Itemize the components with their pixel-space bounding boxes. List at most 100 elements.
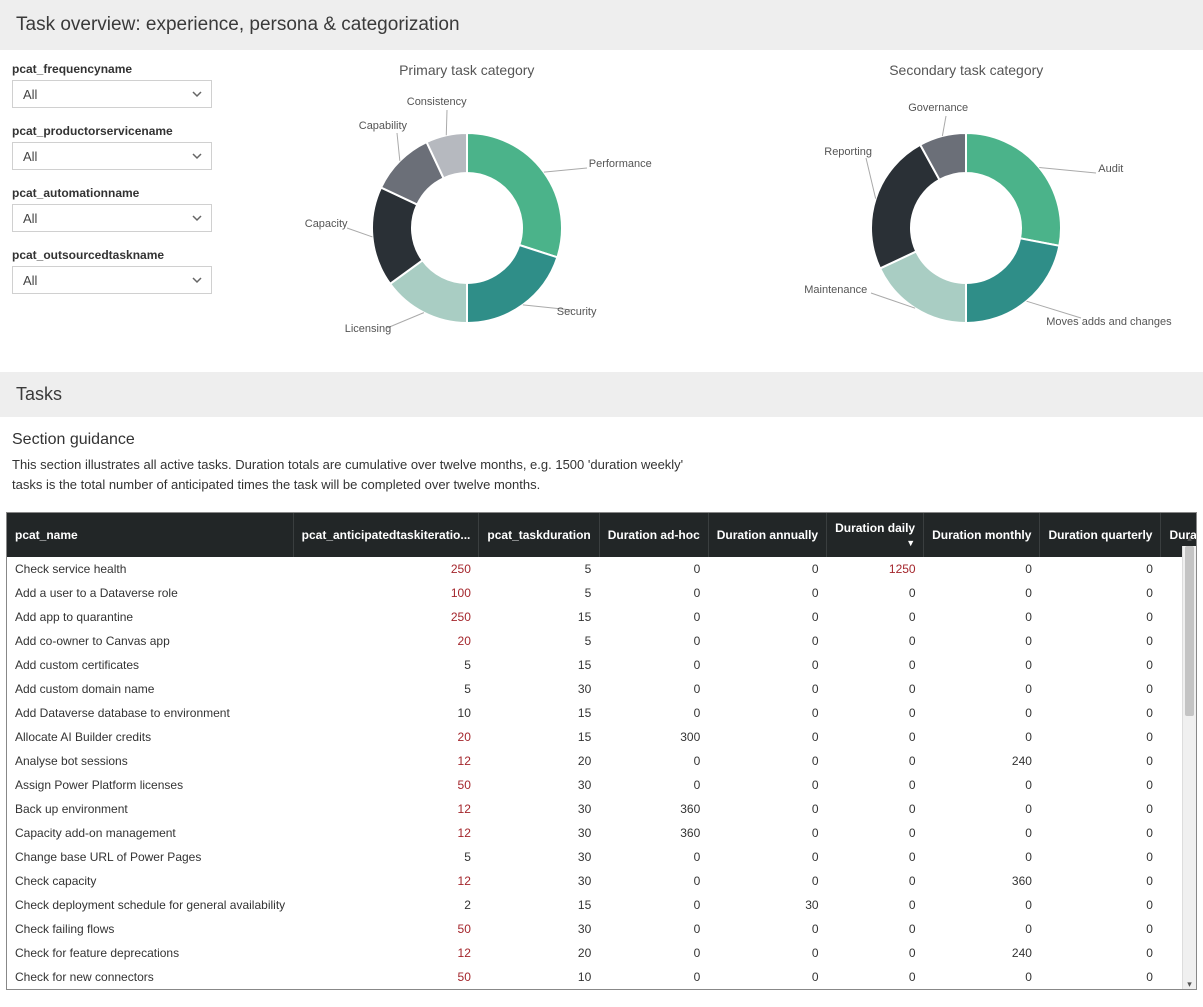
- filter-select[interactable]: All: [12, 142, 212, 170]
- table-cell: 2: [293, 893, 479, 917]
- table-cell: 0: [708, 725, 826, 749]
- table-cell: 0: [827, 581, 924, 605]
- table-cell: 0: [827, 605, 924, 629]
- donut-label: Consistency: [407, 96, 467, 108]
- table-cell: 5: [293, 653, 479, 677]
- vertical-scrollbar[interactable]: ▴ ▾: [1182, 546, 1196, 989]
- table-cell: 0: [708, 653, 826, 677]
- table-cell: 15: [479, 701, 599, 725]
- filter-label: pcat_productorservicename: [12, 124, 212, 138]
- table-cell: 0: [924, 893, 1040, 917]
- table-cell: Check failing flows: [7, 917, 293, 941]
- column-header[interactable]: Duration quarterly: [1040, 513, 1161, 557]
- filter-label: pcat_outsourcedtaskname: [12, 248, 212, 262]
- filter-value: All: [23, 149, 37, 164]
- donut-svg: [786, 88, 1146, 348]
- filter-group: pcat_productorservicename All: [12, 124, 212, 170]
- table-cell: 20: [293, 629, 479, 653]
- table-row[interactable]: Change base URL of Power Pages5300000000: [7, 845, 1196, 869]
- table-cell: 50: [293, 917, 479, 941]
- donut-segment[interactable]: [966, 133, 1061, 246]
- table-cell: 12: [293, 797, 479, 821]
- column-header[interactable]: Duration annually: [708, 513, 826, 557]
- table-row[interactable]: Check failing flows503000000150025: [7, 917, 1196, 941]
- table-cell: 0: [599, 773, 708, 797]
- table-row[interactable]: Check for feature deprecations1220000240…: [7, 941, 1196, 965]
- column-header[interactable]: pcat_name: [7, 513, 293, 557]
- table-cell: Add app to quarantine: [7, 605, 293, 629]
- table-cell: 0: [924, 581, 1040, 605]
- column-header[interactable]: pcat_taskduration: [479, 513, 599, 557]
- table-cell: 0: [708, 845, 826, 869]
- scroll-down-icon[interactable]: ▾: [1183, 978, 1196, 990]
- column-header[interactable]: Duration monthly: [924, 513, 1040, 557]
- table-cell: 0: [1040, 581, 1161, 605]
- donut-chart: AuditMoves adds and changesMaintenanceRe…: [786, 88, 1146, 348]
- table-cell: 360: [599, 797, 708, 821]
- table-cell: 20: [293, 725, 479, 749]
- table-cell: 12: [293, 869, 479, 893]
- table-cell: 30: [479, 845, 599, 869]
- table-row[interactable]: Capacity add-on management1230360000006: [7, 821, 1196, 845]
- donut-segment[interactable]: [467, 133, 562, 257]
- scroll-up-icon[interactable]: ▴: [1183, 532, 1196, 546]
- table-row[interactable]: Add custom domain name5300000000: [7, 677, 1196, 701]
- table-cell: 5: [479, 557, 599, 581]
- filter-select[interactable]: All: [12, 80, 212, 108]
- donut-segment[interactable]: [871, 145, 940, 269]
- table-row[interactable]: Back up environment1230360000006: [7, 797, 1196, 821]
- table-cell: 15: [479, 893, 599, 917]
- table-row[interactable]: Add co-owner to Canvas app2050000002: [7, 629, 1196, 653]
- table-cell: 240: [924, 749, 1040, 773]
- table-row[interactable]: Check deployment schedule for general av…: [7, 893, 1196, 917]
- table-cell: 5: [293, 845, 479, 869]
- donut-label: Performance: [589, 158, 652, 170]
- chart-title: Primary task category: [242, 62, 692, 78]
- table-row[interactable]: Add Dataverse database to environment101…: [7, 701, 1196, 725]
- donut-label: Audit: [1098, 163, 1123, 175]
- table-cell: 0: [924, 797, 1040, 821]
- table-row[interactable]: Analyse bot sessions1220000240004: [7, 749, 1196, 773]
- table-row[interactable]: Check service health250500125000021: [7, 557, 1196, 581]
- table-cell: 0: [924, 629, 1040, 653]
- table-row[interactable]: Assign Power Platform licenses5030000001…: [7, 773, 1196, 797]
- column-header[interactable]: Duration ad-hoc: [599, 513, 708, 557]
- table-cell: Change base URL of Power Pages: [7, 845, 293, 869]
- filter-value: All: [23, 87, 37, 102]
- filter-select[interactable]: All: [12, 266, 212, 294]
- tasks-table-container: pcat_namepcat_anticipatedtaskiteratio...…: [6, 512, 1197, 990]
- table-cell: 0: [708, 557, 826, 581]
- table-cell: 0: [827, 941, 924, 965]
- table-row[interactable]: Check for new connectors50100000008: [7, 965, 1196, 989]
- filter-label: pcat_frequencyname: [12, 62, 212, 76]
- table-cell: 0: [599, 557, 708, 581]
- table-cell: 0: [708, 581, 826, 605]
- table-cell: 30: [479, 797, 599, 821]
- table-cell: 0: [599, 701, 708, 725]
- table-cell: 0: [924, 725, 1040, 749]
- table-cell: 0: [1040, 653, 1161, 677]
- table-row[interactable]: Add a user to a Dataverse role1005000000…: [7, 581, 1196, 605]
- table-cell: 0: [924, 653, 1040, 677]
- table-row[interactable]: Allocate AI Builder credits2015300000005: [7, 725, 1196, 749]
- table-cell: Add co-owner to Canvas app: [7, 629, 293, 653]
- column-header[interactable]: pcat_anticipatedtaskiteratio...: [293, 513, 479, 557]
- table-row[interactable]: Add custom certificates5150000000: [7, 653, 1196, 677]
- table-cell: Add Dataverse database to environment: [7, 701, 293, 725]
- table-cell: 0: [827, 845, 924, 869]
- table-cell: 0: [1040, 941, 1161, 965]
- table-cell: 0: [708, 629, 826, 653]
- table-row[interactable]: Check capacity1230000360006: [7, 869, 1196, 893]
- donut-segment[interactable]: [966, 238, 1059, 323]
- table-cell: Allocate AI Builder credits: [7, 725, 293, 749]
- scrollbar-thumb[interactable]: [1185, 546, 1194, 716]
- table-cell: 0: [1040, 701, 1161, 725]
- table-cell: 0: [827, 773, 924, 797]
- filter-select[interactable]: All: [12, 204, 212, 232]
- donut-label: Security: [557, 306, 597, 318]
- column-header[interactable]: Duration daily▼: [827, 513, 924, 557]
- table-cell: Check service health: [7, 557, 293, 581]
- table-cell: 0: [924, 773, 1040, 797]
- table-row[interactable]: Add app to quarantine2501500000063: [7, 605, 1196, 629]
- donut-segment[interactable]: [467, 245, 557, 323]
